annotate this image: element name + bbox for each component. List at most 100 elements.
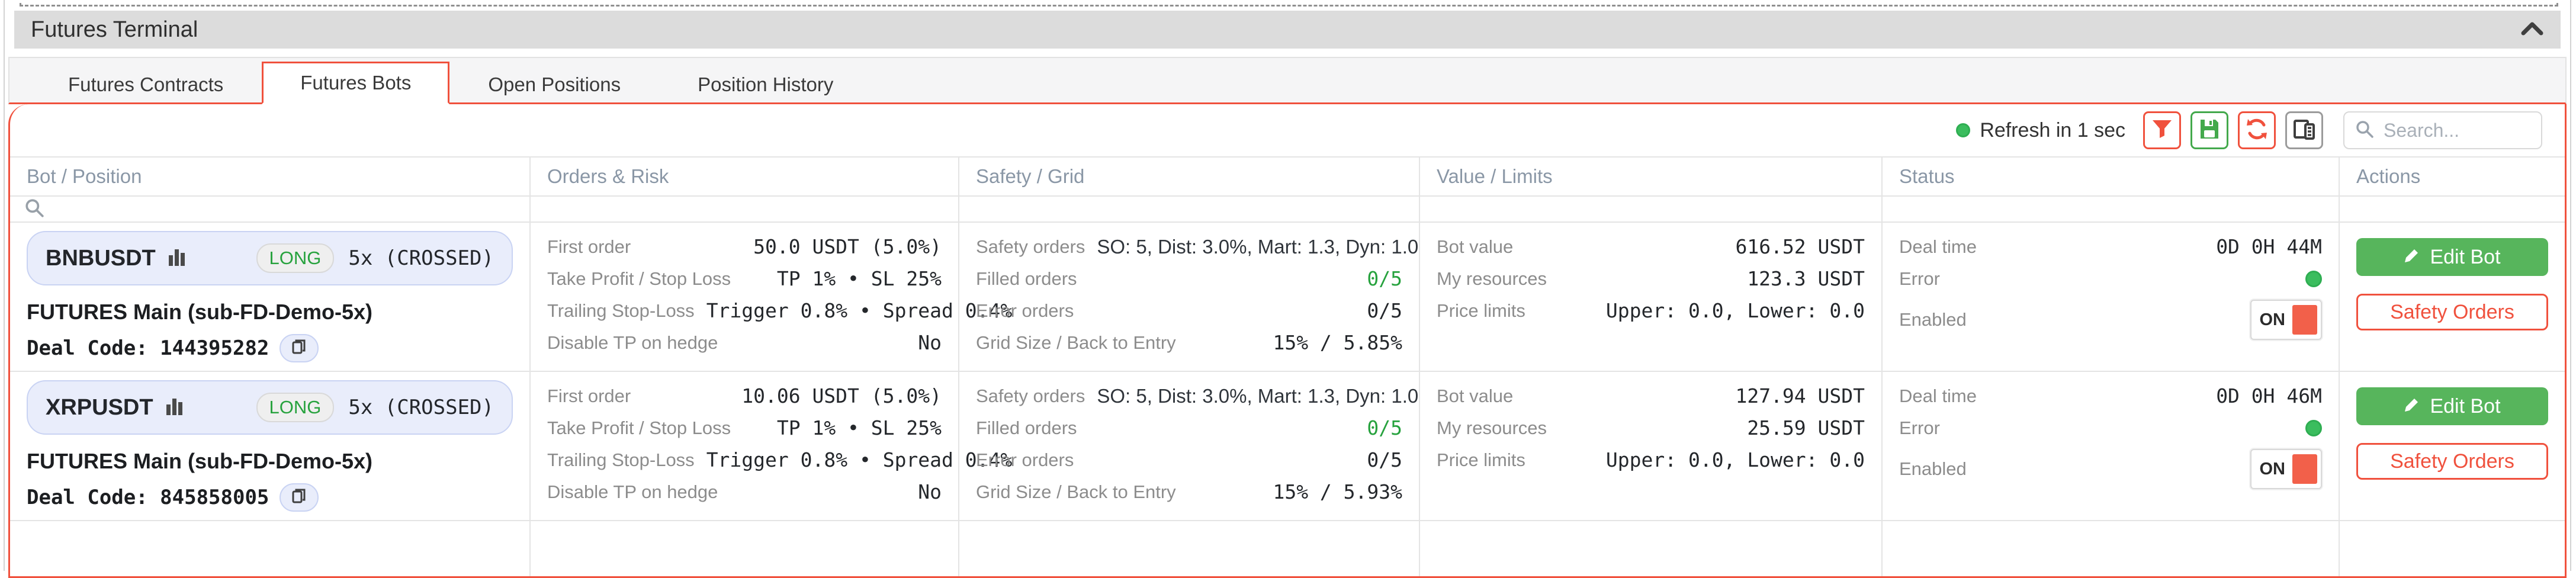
table-header-row: Bot / Position Orders & Risk Safety / Gr… <box>10 158 2565 197</box>
kv-value: No <box>918 327 942 359</box>
futures-terminal-panel: Futures Terminal Futures Contracts Futur… <box>4 0 2571 571</box>
pencil-icon <box>2404 395 2420 418</box>
pencil-icon <box>2404 246 2420 269</box>
kv-value: Upper: 0.0, Lower: 0.0 <box>1606 295 1865 327</box>
kv-label: Enabled <box>1899 304 1967 336</box>
kv-label: Error <box>1899 412 1940 444</box>
side-badge: LONG <box>256 393 335 422</box>
columns-button[interactable] <box>2285 111 2323 149</box>
safety-orders-button[interactable]: Safety Orders <box>2356 443 2548 480</box>
chevron-up-icon <box>2520 21 2544 39</box>
save-button[interactable] <box>2190 111 2228 149</box>
enabled-toggle[interactable]: ON <box>2250 300 2323 340</box>
kv-label: Disable TP on hedge <box>547 476 718 508</box>
col-header-actions: Actions <box>2340 158 2565 197</box>
kv-value: 0/5 <box>1367 263 1402 295</box>
empty-table-row <box>10 521 2565 578</box>
copy-deal-code-button[interactable] <box>280 334 319 362</box>
safety-orders-button[interactable]: Safety Orders <box>2356 294 2548 330</box>
kv-label: Bot value <box>1437 380 1513 412</box>
kv-label: Filled orders <box>976 263 1077 295</box>
edit-bot-button[interactable]: Edit Bot <box>2356 387 2548 425</box>
kv-value: SO: 5, Dist: 3.0%, Mart: 1.3, Dyn: 1.0 <box>1097 380 1418 412</box>
actions-cell: Edit Bot Safety Orders <box>2340 223 2565 372</box>
error-status-dot <box>2305 420 2322 436</box>
bot-position-cell: XRPUSDT LONG 5x (CROSSED) FUTURES Main (… <box>10 372 531 521</box>
kv-label: First order <box>547 380 631 412</box>
kv-value: SO: 5, Dist: 3.0%, Mart: 1.3, Dyn: 1.0 <box>1097 231 1418 263</box>
leverage-label: 5x (CROSSED) <box>348 246 494 270</box>
kv-label: First order <box>547 231 631 263</box>
bar-chart-icon <box>169 248 185 269</box>
tab-open-positions[interactable]: Open Positions <box>449 63 659 104</box>
status-cell: Deal time0D 0H 44M Error Enabled ON <box>1883 223 2340 372</box>
bot-pill[interactable]: XRPUSDT LONG 5x (CROSSED) <box>27 380 513 435</box>
kv-label: Trailing Stop-Loss <box>547 295 695 327</box>
tab-content-panel: Refresh in 1 sec <box>8 104 2567 578</box>
kv-value: 50.0 USDT (5.0%) <box>753 231 942 263</box>
status-cell: Deal time0D 0H 46M Error Enabled ON <box>1883 372 2340 521</box>
kv-value: 0/5 <box>1367 444 1402 476</box>
collapse-panel-button[interactable] <box>2520 21 2544 39</box>
col-header-bot-position: Bot / Position <box>10 158 531 197</box>
bots-table: Bot / Position Orders & Risk Safety / Gr… <box>10 156 2565 578</box>
bot-pill[interactable]: BNBUSDT LONG 5x (CROSSED) <box>27 231 513 285</box>
search-input[interactable] <box>2382 119 2521 142</box>
panel-title: Futures Terminal <box>31 17 198 43</box>
copy-icon <box>292 488 306 508</box>
value-limits-cell: Bot value127.94 USDT My resources25.59 U… <box>1420 372 1883 521</box>
kv-value: 10.06 USDT (5.0%) <box>741 380 942 412</box>
tab-futures-bots[interactable]: Futures Bots <box>262 62 449 104</box>
bot-position-cell: BNBUSDT LONG 5x (CROSSED) FUTURES Main (… <box>10 223 531 372</box>
edit-bot-label: Edit Bot <box>2430 395 2500 418</box>
filter-button[interactable] <box>2143 111 2181 149</box>
col-header-value-limits: Value / Limits <box>1420 158 1883 197</box>
kv-value: 0/5 <box>1367 412 1402 444</box>
col-header-safety-grid: Safety / Grid <box>959 158 1420 197</box>
kv-label: Filled orders <box>976 412 1077 444</box>
kv-label: Price limits <box>1437 295 1525 327</box>
kv-label: Disable TP on hedge <box>547 327 718 359</box>
kv-label: Grid Size / Back to Entry <box>976 327 1176 359</box>
kv-label: Take Profit / Stop Loss <box>547 263 731 295</box>
deal-time-value: 0D 0H 44M <box>2216 231 2322 263</box>
kv-value: TP 1% • SL 25% <box>777 412 942 444</box>
enabled-toggle[interactable]: ON <box>2250 449 2323 489</box>
kv-label: Grid Size / Back to Entry <box>976 476 1176 508</box>
safety-grid-cell: Safety ordersSO: 5, Dist: 3.0%, Mart: 1.… <box>959 372 1420 521</box>
table-row: BNBUSDT LONG 5x (CROSSED) FUTURES Main (… <box>10 223 2565 372</box>
orders-risk-cell: First order 50.0 USDT (5.0%) Take Profit … <box>531 223 959 372</box>
tab-position-history[interactable]: Position History <box>659 63 872 104</box>
refresh-status-dot <box>1956 123 1970 137</box>
kv-label: Safety orders <box>976 231 1085 263</box>
search-icon <box>24 198 44 221</box>
copy-deal-code-button[interactable] <box>280 483 319 512</box>
deal-code: Deal Code: 845858005 <box>27 486 269 509</box>
refresh-countdown-text: Refresh in 1 sec <box>1980 119 2125 142</box>
kv-value: 15% / 5.85% <box>1273 327 1402 359</box>
edit-bot-label: Edit Bot <box>2430 246 2500 269</box>
search-icon <box>2355 120 2374 142</box>
actions-cell: Edit Bot Safety Orders <box>2340 372 2565 521</box>
bot-filter-cell[interactable] <box>10 197 531 223</box>
tab-strip: Futures Contracts Futures Bots Open Posi… <box>8 57 2567 104</box>
col-header-orders-risk: Orders & Risk <box>531 158 959 197</box>
kv-value: 15% / 5.93% <box>1273 476 1402 508</box>
tab-futures-contracts[interactable]: Futures Contracts <box>30 63 262 104</box>
kv-value: TP 1% • SL 25% <box>777 263 942 295</box>
kv-label: Enabled <box>1899 453 1967 485</box>
col-header-status: Status <box>1883 158 2340 197</box>
refresh-status: Refresh in 1 sec <box>1956 119 2125 142</box>
edit-bot-button[interactable]: Edit Bot <box>2356 238 2548 276</box>
kv-label: Bot value <box>1437 231 1513 263</box>
bar-chart-icon <box>166 397 183 418</box>
side-badge: LONG <box>256 243 335 273</box>
kv-label: My resources <box>1437 263 1547 295</box>
refresh-button[interactable] <box>2238 111 2276 149</box>
kv-value: 123.3 USDT <box>1747 263 1865 295</box>
kv-label: Error orders <box>976 444 1074 476</box>
kv-label: Trailing Stop-Loss <box>547 444 695 476</box>
panel-titlebar: Futures Terminal <box>14 11 2561 49</box>
kv-label: Error <box>1899 263 1940 295</box>
toggle-on-label: ON <box>2260 304 2286 336</box>
